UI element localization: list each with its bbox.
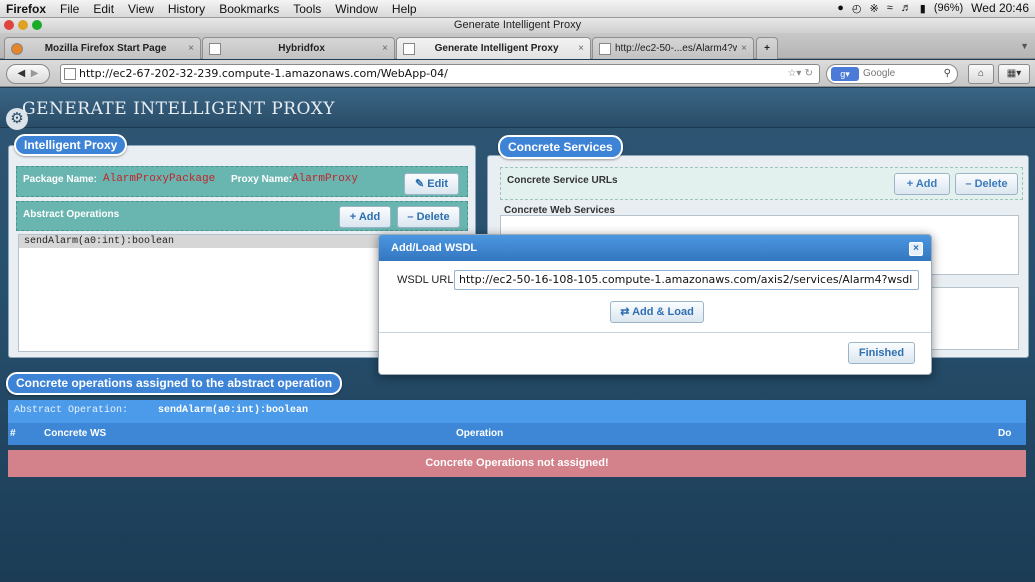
add-load-wsdl-dialog: Add/Load WSDL × WSDL URL: http://ec2-50-… (378, 234, 932, 375)
intelligent-proxy-legend: Intelligent Proxy (14, 134, 128, 156)
toolbar-menu-button[interactable]: ▦▾ (998, 64, 1030, 84)
menu-view[interactable]: View (128, 2, 154, 16)
wifi-icon[interactable]: ≈ (887, 2, 893, 14)
volume-icon[interactable]: ♬ (901, 2, 912, 14)
column-index: # (10, 428, 16, 439)
dialog-title-bar[interactable]: Add/Load WSDL × (379, 235, 931, 261)
concrete-services-legend: Concrete Services (498, 135, 623, 159)
tab-label: Generate Intelligent Proxy (434, 43, 559, 54)
navigation-bar: ◀ ▶ http://ec2-67-202-32-239.compute-1.a… (0, 60, 1035, 87)
proxy-name-label: Proxy Name: (231, 174, 293, 185)
time-machine-icon[interactable]: ◴ (852, 2, 862, 15)
home-icon: ⌂ (977, 68, 985, 79)
tab-list-icon[interactable]: ▼ (1020, 41, 1029, 51)
tab-alarm4-wsdl[interactable]: http://ec2-50-...es/Alarm4?wsdl × (592, 37, 754, 59)
wsdl-url-input[interactable]: http://ec2-50-16-108-105.compute-1.amazo… (454, 270, 919, 290)
search-placeholder: Google (863, 68, 896, 79)
column-do: Do (998, 428, 1012, 439)
tab-generate-intelligent-proxy[interactable]: Generate Intelligent Proxy × (396, 37, 591, 59)
pencil-icon: ✎ (414, 178, 425, 190)
close-icon[interactable]: × (909, 242, 923, 256)
forward-icon[interactable]: ▶ (31, 68, 39, 79)
menu-app-firefox[interactable]: Firefox (6, 2, 46, 16)
firefox-icon (11, 42, 23, 55)
tab-firefox-start[interactable]: Mozilla Firefox Start Page × (4, 37, 201, 59)
page-icon (403, 42, 415, 55)
add-load-button[interactable]: ⇄ Add & Load (610, 301, 704, 323)
search-icon[interactable]: ⚲ (944, 65, 951, 83)
edit-label: Edit (427, 178, 449, 190)
menu-help[interactable]: Help (392, 2, 417, 16)
menu-file[interactable]: File (60, 2, 79, 16)
close-tab-icon[interactable]: × (188, 43, 194, 54)
proxy-name-value: AlarmProxy (292, 173, 359, 185)
finished-button[interactable]: Finished (848, 342, 915, 364)
package-name-label: Package Name: (23, 174, 97, 185)
column-operation: Operation (456, 428, 504, 439)
site-identity-icon[interactable] (64, 68, 76, 80)
abstract-operations-label: Abstract Operations (23, 209, 120, 220)
window-title-bar: Generate Intelligent Proxy (0, 18, 1035, 33)
url-text: http://ec2-67-202-32-239.compute-1.amazo… (79, 67, 448, 80)
abstract-operation-label: Abstract Operation: (14, 405, 129, 416)
battery-icon[interactable]: ▮ (920, 2, 926, 15)
concrete-service-urls-label: Concrete Service URLs (507, 175, 618, 186)
tab-label: Hybridfox (278, 43, 325, 54)
menu-history[interactable]: History (168, 2, 205, 16)
proxy-info-bar: Package Name: AlarmProxyPackage Proxy Na… (16, 166, 468, 197)
assigned-operations-legend: Concrete operations assigned to the abst… (6, 372, 343, 395)
zoom-window-button[interactable] (32, 20, 42, 30)
battery-percent: (96%) (933, 2, 964, 14)
menu-bookmarks[interactable]: Bookmarks (219, 2, 279, 16)
dialog-title: Add/Load WSDL (391, 242, 478, 254)
page-icon (209, 42, 221, 55)
add-abstract-operation-button[interactable]: + Add (339, 206, 391, 228)
tab-label: http://ec2-50-...es/Alarm4?wsdl (615, 43, 738, 54)
swap-icon: ⇄ (620, 306, 630, 318)
add-concrete-service-button[interactable]: + Add (894, 173, 950, 195)
dialog-divider (379, 332, 931, 333)
not-assigned-message: Concrete Operations not assigned! (8, 450, 1026, 477)
page-icon (599, 42, 611, 55)
abstract-operation-value: sendAlarm(a0:int):boolean (158, 405, 309, 416)
menu-edit[interactable]: Edit (93, 2, 114, 16)
bluetooth-icon[interactable]: ※ (870, 2, 879, 15)
package-name-value: AlarmProxyPackage (103, 173, 216, 185)
close-tab-icon[interactable]: × (578, 43, 584, 54)
page-title: GENERATE INTELLIGENT PROXY (22, 99, 336, 119)
assigned-operations-table-header: # Concrete WS Operation Do (8, 423, 1026, 445)
clock[interactable]: Wed 20:46 (971, 1, 1029, 15)
back-icon[interactable]: ◀ (18, 68, 26, 79)
delete-concrete-service-button[interactable]: – Delete (955, 173, 1018, 195)
plus-icon: + (764, 43, 770, 54)
column-concrete-ws: Concrete WS (44, 428, 107, 439)
tab-hybridfox[interactable]: Hybridfox × (202, 37, 395, 59)
home-button[interactable]: ⌂ (968, 64, 994, 84)
status-icon[interactable]: ● (837, 2, 844, 14)
toolbar-menu-icon: ▦▾ (1006, 68, 1022, 79)
new-tab-button[interactable]: + (756, 37, 778, 59)
menu-extras: ● ◴ ※ ≈ ♬ ▮ (96%) Wed 20:46 (837, 1, 1029, 15)
back-forward-buttons[interactable]: ◀ ▶ (6, 64, 50, 84)
wsdl-url-label: WSDL URL: (397, 274, 457, 286)
close-window-button[interactable] (4, 20, 14, 30)
google-engine-icon[interactable]: g▾ (831, 67, 859, 81)
tab-label: Mozilla Firefox Start Page (44, 43, 167, 54)
search-bar[interactable]: g▾ Google ⚲ (826, 64, 958, 84)
menu-tools[interactable]: Tools (293, 2, 321, 16)
edit-proxy-button[interactable]: ✎ Edit (404, 173, 459, 195)
close-tab-icon[interactable]: × (741, 43, 747, 54)
tab-bar: Mozilla Firefox Start Page × Hybridfox ×… (0, 33, 1035, 59)
mac-menu-bar: Firefox File Edit View History Bookmarks… (0, 0, 1035, 18)
delete-abstract-operation-button[interactable]: – Delete (397, 206, 460, 228)
close-tab-icon[interactable]: × (382, 43, 388, 54)
add-load-label: Add & Load (632, 306, 694, 318)
url-bar[interactable]: http://ec2-67-202-32-239.compute-1.amazo… (60, 64, 820, 84)
minimize-window-button[interactable] (18, 20, 28, 30)
bookmark-star-icon[interactable]: ☆▾ ↻ (787, 65, 813, 83)
menu-window[interactable]: Window (335, 2, 378, 16)
window-title: Generate Intelligent Proxy (453, 19, 582, 31)
page-header: ⚙ GENERATE INTELLIGENT PROXY (0, 88, 1035, 130)
